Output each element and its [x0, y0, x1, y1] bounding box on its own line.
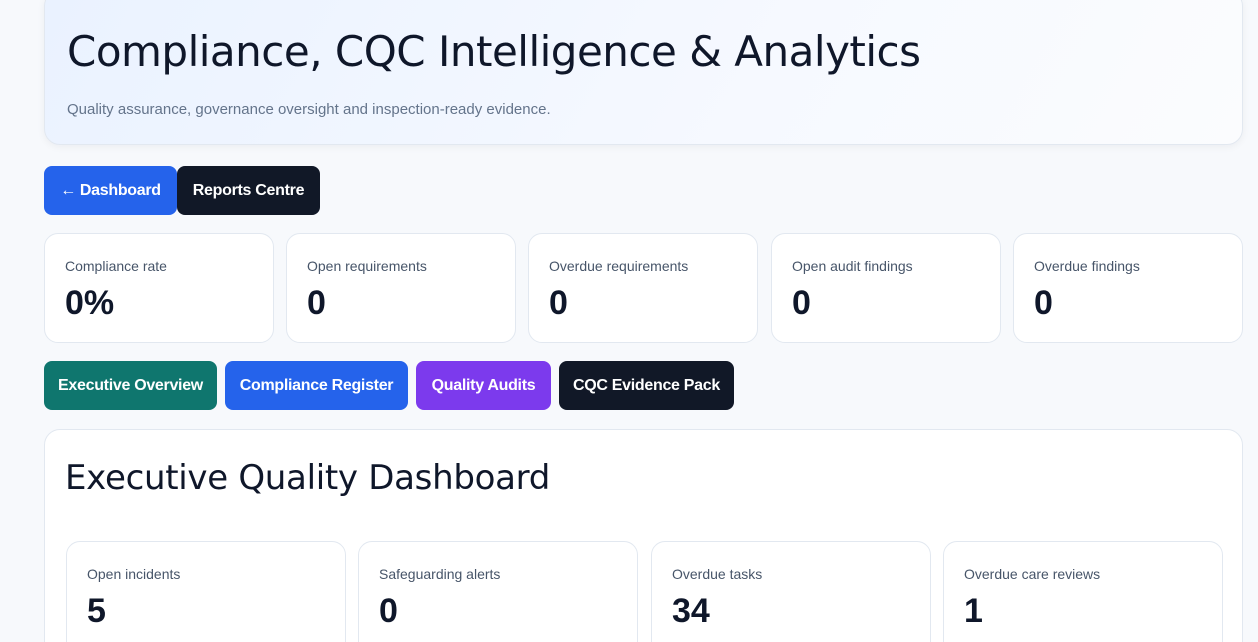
dashboard-button[interactable]: ← Dashboard [44, 166, 177, 215]
arrow-left-icon: ← [60, 181, 76, 199]
kpi-open-audit-findings: Open audit findings 0 [771, 233, 1001, 343]
kpi-value: 0 [792, 284, 811, 322]
kpi-overdue-requirements: Overdue requirements 0 [528, 233, 758, 343]
kpi-label: Overdue findings [1034, 258, 1140, 274]
dashboard-button-label: Dashboard [79, 181, 161, 199]
kpi-value: 0 [1034, 284, 1053, 322]
kpi-value: 0 [549, 284, 568, 322]
stat-overdue-care-reviews: Overdue care reviews 1 [943, 541, 1223, 642]
reports-centre-button[interactable]: Reports Centre [177, 166, 320, 215]
kpi-label: Open audit findings [792, 258, 913, 274]
tab-compliance-register[interactable]: Compliance Register [225, 361, 408, 410]
kpi-value: 0 [307, 284, 326, 322]
executive-dashboard-panel: Executive Quality Dashboard Open inciden… [44, 429, 1243, 642]
stat-label: Overdue care reviews [964, 566, 1101, 582]
tab-cqc-evidence-pack[interactable]: CQC Evidence Pack [559, 361, 734, 410]
page-header: Compliance, CQC Intelligence & Analytics… [44, 0, 1243, 145]
stat-label: Overdue tasks [672, 566, 763, 582]
stat-open-incidents: Open incidents 5 [66, 541, 346, 642]
page-subtitle: Quality assurance, governance oversight … [67, 101, 551, 118]
kpi-label: Compliance rate [65, 258, 167, 274]
kpi-overdue-findings: Overdue findings 0 [1013, 233, 1243, 343]
stat-label: Safeguarding alerts [379, 566, 501, 582]
stat-value: 34 [672, 592, 710, 630]
kpi-compliance-rate: Compliance rate 0% [44, 233, 274, 343]
stat-overdue-tasks: Overdue tasks 34 [651, 541, 931, 642]
kpi-open-requirements: Open requirements 0 [286, 233, 516, 343]
section-title: Executive Quality Dashboard [65, 458, 550, 498]
stat-value: 5 [87, 592, 106, 630]
tab-quality-audits[interactable]: Quality Audits [416, 361, 551, 410]
kpi-label: Overdue requirements [549, 258, 689, 274]
reports-centre-label: Reports Centre [192, 181, 305, 199]
stat-safeguarding-alerts: Safeguarding alerts 0 [358, 541, 638, 642]
stat-value: 0 [379, 592, 398, 630]
tab-executive-overview[interactable]: Executive Overview [44, 361, 217, 410]
stat-label: Open incidents [87, 566, 181, 582]
stat-value: 1 [964, 592, 983, 630]
page-title: Compliance, CQC Intelligence & Analytics [67, 27, 921, 76]
kpi-label: Open requirements [307, 258, 427, 274]
kpi-value: 0% [65, 284, 115, 322]
